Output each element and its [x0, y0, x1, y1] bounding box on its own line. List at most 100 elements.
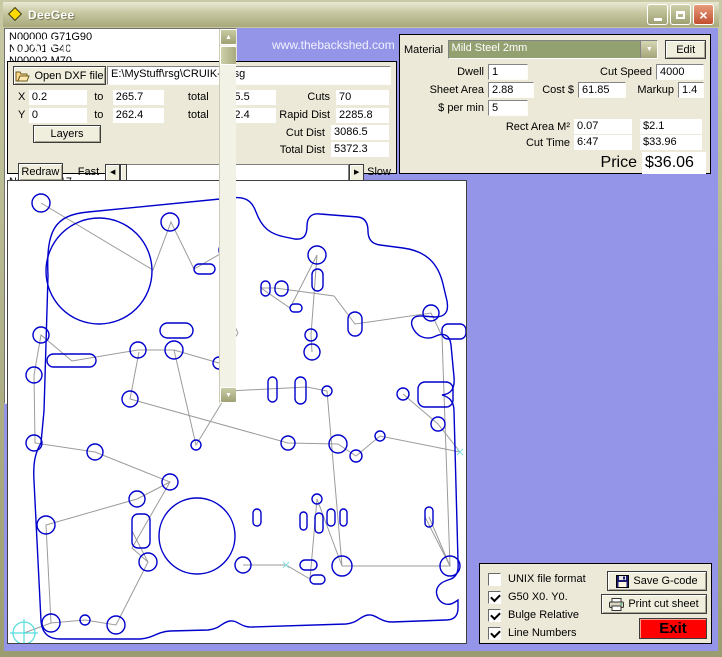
- layers-button[interactable]: Layers: [33, 125, 101, 143]
- x-total-label: total: [188, 91, 213, 103]
- slider-right-arrow[interactable]: ▶: [349, 164, 364, 181]
- y-to-label: to: [94, 109, 108, 121]
- rapid-dist-field: 2285.8: [336, 108, 389, 123]
- checkbox-row: UNIX file format: [488, 570, 601, 588]
- material-value: Mild Steel 2mm: [449, 41, 641, 58]
- material-label: Material: [404, 44, 448, 56]
- rect-cost-field: $2.1: [640, 119, 702, 134]
- cut-dist-label: Cut Dist: [265, 127, 325, 139]
- total-dist-field: 5372.3: [331, 142, 389, 157]
- origin-marker: [10, 619, 38, 643]
- cuts-label: Cuts: [276, 91, 330, 103]
- checkbox-row: Line Numbers: [488, 624, 601, 642]
- per-min-label: $ per min: [404, 102, 488, 114]
- arrow-down-icon: ▼: [225, 392, 232, 399]
- dwell-field[interactable]: 1: [488, 64, 528, 80]
- fast-label: Fast: [78, 166, 99, 178]
- gcode-scrollbar[interactable]: ▲ ▼: [219, 29, 236, 403]
- open-folder-icon: [15, 70, 30, 82]
- redraw-button[interactable]: Redraw: [18, 163, 63, 181]
- maximize-button[interactable]: [670, 4, 691, 25]
- maximize-icon: [676, 11, 685, 19]
- titlebar[interactable]: DeeGee ×: [3, 2, 719, 27]
- checkbox[interactable]: [488, 609, 501, 622]
- sheet-area-field[interactable]: 2.88: [488, 82, 534, 98]
- markup-field[interactable]: 1.4: [678, 82, 704, 98]
- rect-area-label: Rect Area M²: [404, 121, 574, 133]
- slider-left-arrow[interactable]: ◀: [105, 164, 120, 181]
- x-to-label: to: [94, 91, 108, 103]
- dxf-drawing: [8, 181, 466, 643]
- scroll-up-button[interactable]: ▲: [220, 29, 237, 45]
- floppy-disk-icon: [616, 575, 629, 588]
- x-label: X: [18, 91, 29, 103]
- save-gcode-button[interactable]: Save G-code: [607, 571, 707, 591]
- file-panel: Open DXF file E:\MyStuff\rsg\CRUIK-5.rsg…: [7, 61, 397, 174]
- slider-track[interactable]: [127, 164, 349, 181]
- arrow-up-icon: ▲: [225, 34, 232, 41]
- x-to-field: 265.7: [113, 90, 164, 105]
- window-title: DeeGee: [28, 8, 75, 22]
- drawing-canvas[interactable]: [7, 180, 467, 644]
- time-cost-field: $33.96: [640, 135, 702, 150]
- website-link: www.thebackshed.com: [272, 38, 395, 52]
- per-min-field[interactable]: 5: [488, 100, 528, 116]
- chevron-down-icon[interactable]: ▼: [640, 41, 657, 58]
- checkbox-label: UNIX file format: [508, 573, 586, 585]
- scrollbar-thumb[interactable]: [220, 46, 237, 65]
- scroll-down-button[interactable]: ▼: [220, 387, 237, 403]
- cut-paths: [26, 194, 466, 639]
- minimize-icon: [654, 18, 662, 21]
- cost-label: Cost $: [534, 84, 578, 96]
- price-field: $36.06: [642, 152, 706, 174]
- cuts-field: 70: [336, 90, 389, 105]
- material-dropdown[interactable]: Mild Steel 2mm ▼: [448, 40, 659, 59]
- app-icon: [8, 7, 23, 22]
- rapid-paths: [24, 203, 460, 633]
- checkbox-label: Line Numbers: [508, 627, 576, 639]
- checkbox-label: G50 X0. Y0.: [508, 591, 568, 603]
- checkbox[interactable]: [488, 627, 501, 640]
- x-from-field: 0.2: [29, 90, 87, 105]
- options-panel: UNIX file format G50 X0. Y0. Bulge Relativ…: [479, 563, 712, 644]
- markup-label: Markup: [626, 84, 678, 96]
- total-dist-label: Total Dist: [265, 144, 325, 156]
- page-title: DXF to G-Code parser: [12, 34, 226, 59]
- close-icon: ×: [699, 7, 707, 23]
- left-arrow-icon: ◀: [110, 168, 115, 176]
- checkbox-label: Bulge Relative: [508, 609, 579, 621]
- print-cut-sheet-button[interactable]: Print cut sheet: [601, 594, 707, 614]
- cost-panel: Material Mild Steel 2mm ▼ Edit Dwell 1 C…: [399, 34, 711, 174]
- edit-button[interactable]: Edit: [665, 40, 706, 59]
- cut-speed-label: Cut Speed: [556, 66, 656, 78]
- close-button[interactable]: ×: [693, 4, 714, 25]
- cost-field[interactable]: 61.85: [578, 82, 626, 98]
- app-window: DeeGee × DXF to G-Code parser www.thebac…: [0, 0, 722, 657]
- minimize-button[interactable]: [647, 4, 668, 25]
- exit-button[interactable]: Exit: [639, 618, 707, 639]
- y-from-field: 0: [29, 108, 87, 123]
- y-total-label: total: [188, 109, 213, 121]
- cut-time-label: Cut Time: [404, 137, 574, 149]
- slow-label: Slow: [367, 166, 391, 178]
- checkbox[interactable]: [488, 591, 501, 604]
- open-dxf-button[interactable]: Open DXF file: [13, 66, 106, 85]
- dxf-path-field[interactable]: E:\MyStuff\rsg\CRUIK-5.rsg: [107, 66, 391, 85]
- checkbox-row: Bulge Relative: [488, 606, 601, 624]
- checkbox-row: G50 X0. Y0.: [488, 588, 601, 606]
- slider-thumb[interactable]: [120, 164, 127, 181]
- dwell-label: Dwell: [404, 66, 488, 78]
- checkbox[interactable]: [488, 573, 501, 586]
- cut-time-field: 6:47: [574, 135, 632, 150]
- rapid-dist-label: Rapid Dist: [276, 109, 330, 121]
- sheet-area-label: Sheet Area: [404, 84, 488, 96]
- y-label: Y: [18, 109, 29, 121]
- checkbox-column: UNIX file format G50 X0. Y0. Bulge Relativ…: [488, 570, 601, 642]
- cut-dist-field: 3086.5: [331, 125, 389, 140]
- printer-icon: [609, 598, 624, 611]
- y-to-field: 262.4: [113, 108, 164, 123]
- price-label: Price: [601, 154, 642, 172]
- client-area: DXF to G-Code parser www.thebackshed.com…: [4, 28, 718, 651]
- cut-speed-field[interactable]: 4000: [656, 64, 704, 80]
- right-arrow-icon: ▶: [354, 168, 359, 176]
